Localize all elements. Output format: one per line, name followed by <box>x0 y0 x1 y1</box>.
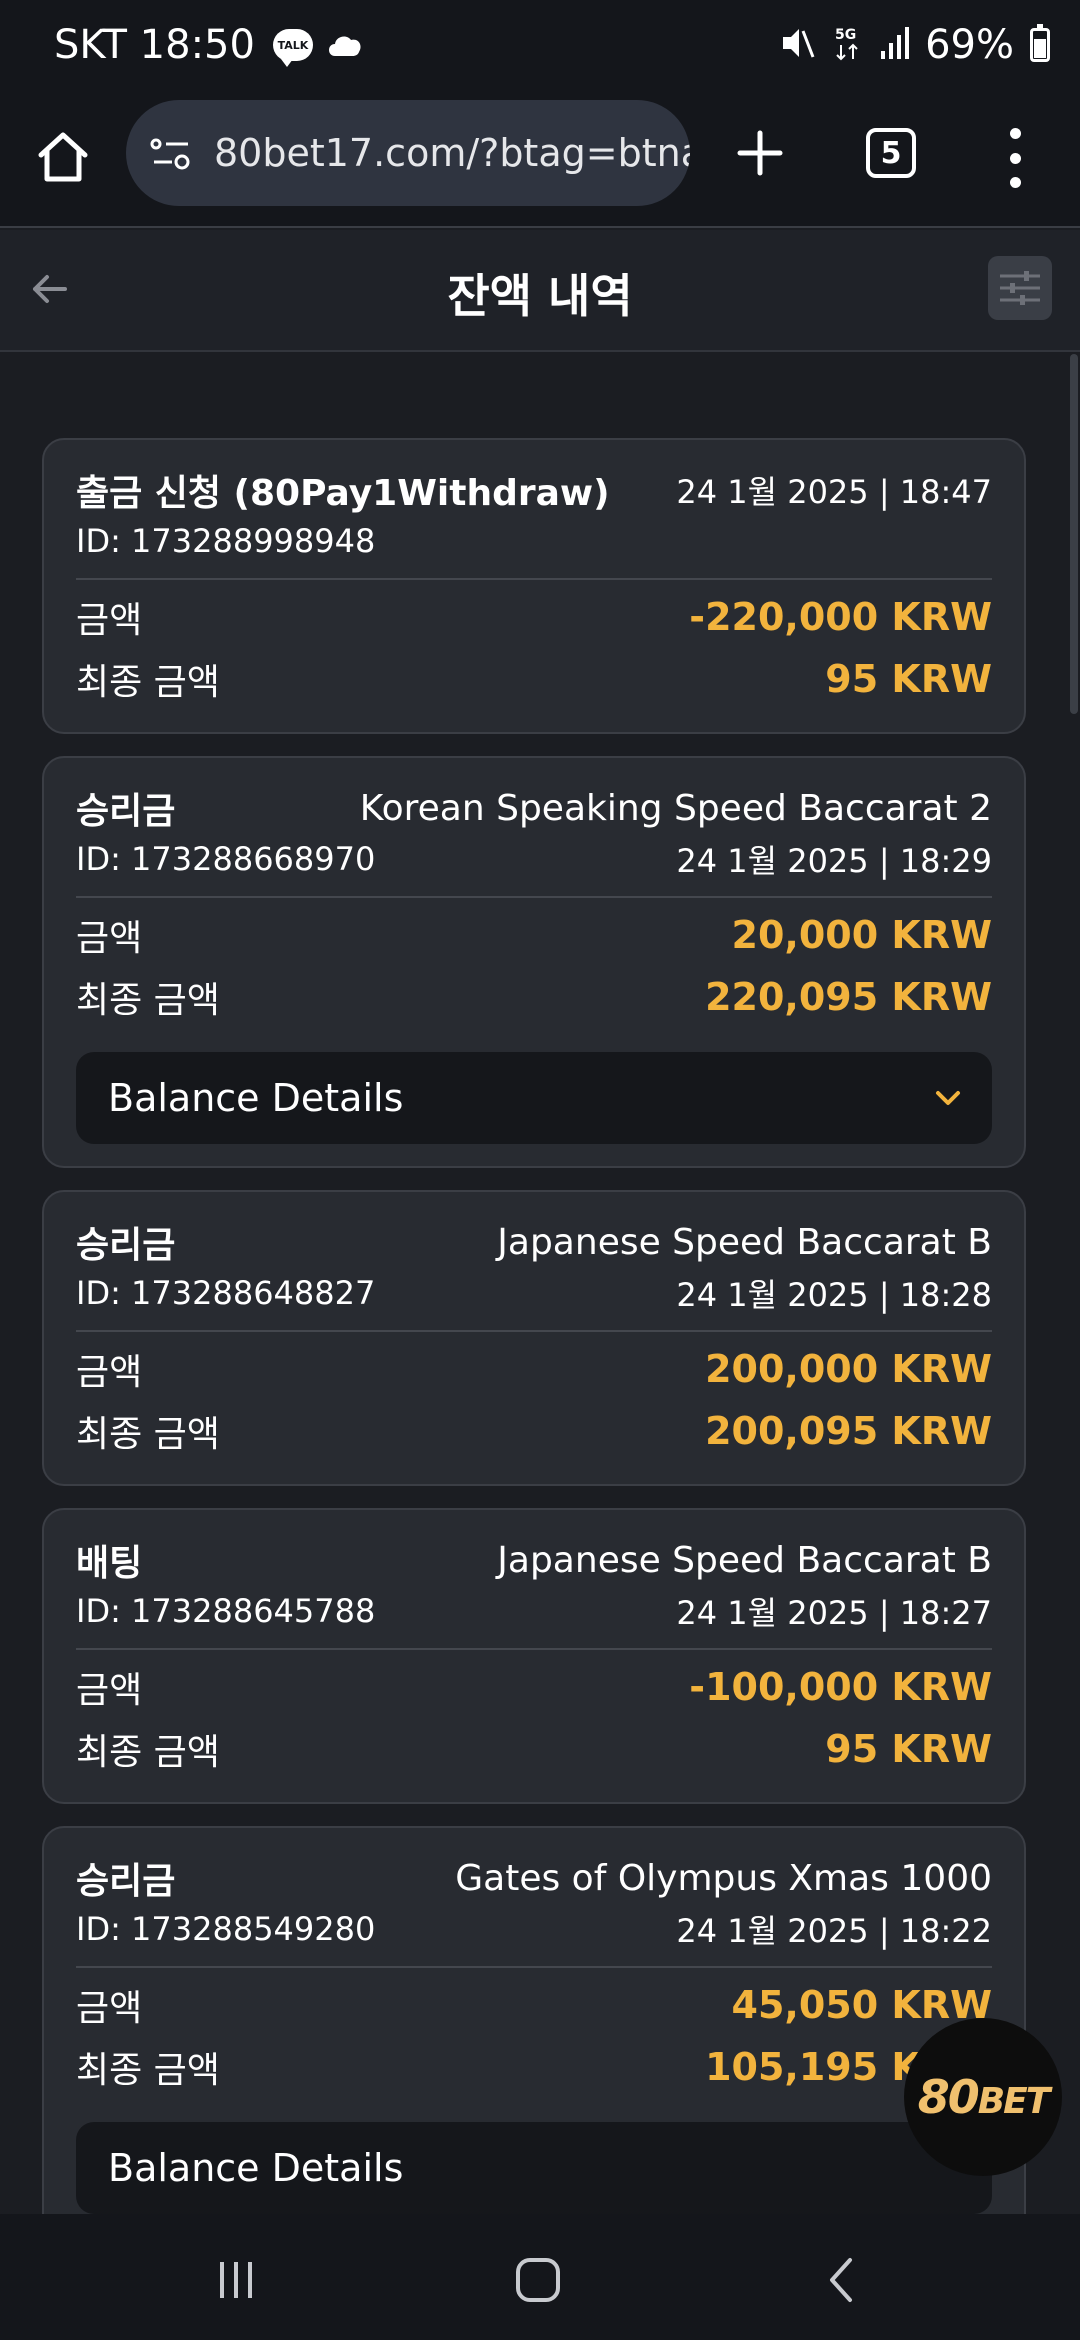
transaction-card[interactable]: 출금 신청 (80Pay1Withdraw) 24 1월 2025 | 18:4… <box>42 438 1026 734</box>
tabs-icon[interactable]: 5 <box>866 128 916 178</box>
plus-icon[interactable] <box>730 120 790 186</box>
final-amount-value: 95 KRW <box>825 1727 992 1771</box>
battery-icon <box>1030 24 1050 62</box>
balance-details-button[interactable]: Balance Details <box>76 2122 992 2214</box>
transaction-id: ID: 173288668970 <box>76 840 376 878</box>
page-header: 잔액 내역 <box>0 230 1080 352</box>
tune-icon[interactable] <box>146 128 196 178</box>
divider <box>76 1330 992 1332</box>
tab-count: 5 <box>880 135 902 171</box>
final-amount-value: 220,095 KRW <box>705 975 992 1019</box>
recents-icon[interactable] <box>206 2250 266 2310</box>
kakaotalk-icon: TALK <box>272 29 313 67</box>
final-amount-label: 최종 금액 <box>76 2050 220 2091</box>
transaction-card[interactable]: 승리금 Gates of Olympus Xmas 1000 ID: 17328… <box>42 1826 1026 2238</box>
final-amount-label: 최종 금액 <box>76 662 220 703</box>
scrollbar[interactable] <box>1070 354 1078 714</box>
balance-details-label: Balance Details <box>108 2146 404 2190</box>
chevron-down-icon <box>934 1088 962 1108</box>
signal-icon <box>879 25 910 65</box>
transaction-datetime: 24 1월 2025 | 18:28 <box>676 1276 992 1314</box>
more-icon[interactable] <box>1000 128 1030 188</box>
transaction-type: 승리금 <box>76 1861 176 1902</box>
transaction-list: 출금 신청 (80Pay1Withdraw) 24 1월 2025 | 18:4… <box>42 438 1026 2260</box>
transaction-datetime: 24 1월 2025 | 18:29 <box>676 842 992 880</box>
final-amount-label: 최종 금액 <box>76 980 220 1021</box>
amount-label: 금액 <box>76 918 143 959</box>
divider <box>76 578 992 580</box>
amount-value: 20,000 KRW <box>731 913 993 957</box>
status-bar: SKT 18:50 TALK 5G 69% <box>0 0 1080 100</box>
transaction-card[interactable]: 배팅 Japanese Speed Baccarat B ID: 1732886… <box>42 1508 1026 1804</box>
transaction-type: 승리금 <box>76 791 176 832</box>
amount-value: -100,000 KRW <box>689 1665 992 1709</box>
transaction-type: 배팅 <box>76 1543 143 1584</box>
page-title: 잔액 내역 <box>447 269 633 323</box>
transaction-type: 승리금 <box>76 1225 176 1266</box>
battery-percent: 69% <box>925 22 1014 68</box>
final-amount-label: 최종 금액 <box>76 1414 220 1455</box>
balance-details-label: Balance Details <box>108 1076 404 1120</box>
transaction-datetime: 24 1월 2025 | 18:27 <box>676 1594 992 1632</box>
url-text: 80bet17.com/?btag=btna <box>214 131 690 175</box>
amount-label: 금액 <box>76 1670 143 1711</box>
transaction-game: Japanese Speed Baccarat B <box>497 1539 992 1581</box>
divider <box>76 1966 992 1968</box>
network-5g-icon: 5G <box>833 23 863 67</box>
amount-label: 금액 <box>76 1352 143 1393</box>
home-nav-icon[interactable] <box>508 2250 568 2310</box>
80bet-logo-button[interactable]: 80BET <box>904 2018 1062 2176</box>
divider <box>76 1648 992 1650</box>
system-nav-bar <box>0 2214 1080 2340</box>
transaction-id: ID: 173288998948 <box>76 522 376 560</box>
transaction-game: Japanese Speed Baccarat B <box>497 1221 992 1263</box>
cloud-icon <box>325 30 365 60</box>
final-amount-value: 200,095 KRW <box>705 1409 992 1453</box>
final-amount-label: 최종 금액 <box>76 1732 220 1773</box>
status-right: 5G 69% <box>777 22 1050 68</box>
status-left: SKT 18:50 TALK <box>54 22 365 68</box>
status-time: SKT 18:50 <box>54 22 255 68</box>
transaction-id: ID: 173288549280 <box>76 1910 376 1948</box>
filter-icon[interactable] <box>988 256 1052 320</box>
amount-value: 45,050 KRW <box>731 1983 993 2027</box>
amount-value: 200,000 KRW <box>705 1347 992 1391</box>
divider <box>76 896 992 898</box>
amount-label: 금액 <box>76 600 143 641</box>
transaction-id: ID: 173288645788 <box>76 1592 376 1630</box>
balance-details-button[interactable]: Balance Details <box>76 1052 992 1144</box>
amount-label: 금액 <box>76 1988 143 2029</box>
transaction-type: 출금 신청 (80Pay1Withdraw) <box>76 473 610 514</box>
transaction-card[interactable]: 승리금 Japanese Speed Baccarat B ID: 173288… <box>42 1190 1026 1486</box>
back-nav-icon[interactable] <box>812 2250 872 2310</box>
address-bar[interactable]: 80bet17.com/?btag=btna <box>126 100 690 206</box>
transaction-card[interactable]: 승리금 Korean Speaking Speed Baccarat 2 ID:… <box>42 756 1026 1168</box>
browser-toolbar: 80bet17.com/?btag=btna 5 <box>0 100 1080 228</box>
logo-text-bet: BET <box>977 2081 1051 2122</box>
home-icon[interactable] <box>30 124 96 190</box>
transaction-game: Korean Speaking Speed Baccarat 2 <box>359 787 992 829</box>
svg-text:5G: 5G <box>835 27 856 43</box>
logo-text-80: 80 <box>917 2070 980 2124</box>
final-amount-value: 95 KRW <box>825 657 992 701</box>
amount-value: -220,000 KRW <box>689 595 992 639</box>
transaction-datetime: 24 1월 2025 | 18:22 <box>676 1912 992 1950</box>
transaction-game: Gates of Olympus Xmas 1000 <box>455 1857 992 1899</box>
transaction-id: ID: 173288648827 <box>76 1274 376 1312</box>
mute-icon <box>777 23 817 67</box>
transaction-datetime: 24 1월 2025 | 18:47 <box>676 473 992 511</box>
logo-text: 80BET <box>917 2070 1051 2124</box>
